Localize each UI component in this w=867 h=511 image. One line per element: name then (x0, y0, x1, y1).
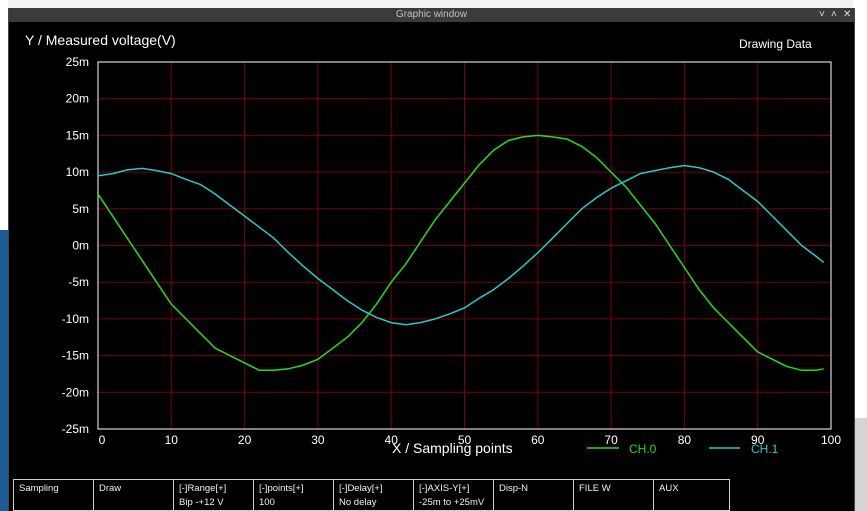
x-tick-label: 60 (531, 433, 545, 447)
draw-button-label: Draw (99, 483, 122, 494)
sampling-button[interactable]: Sampling (14, 480, 94, 510)
x-tick-label: 0 (99, 433, 106, 447)
window-titlebar[interactable]: Graphic window ˅ ˄ ✕ (9, 8, 854, 22)
y-tick-label: -10m (62, 312, 89, 326)
x-tick-label: 10 (165, 433, 179, 447)
legend-label-ch0: CH.0 (629, 442, 657, 456)
maximize-icon[interactable]: ˄ (831, 8, 837, 22)
y-tick-label: 15m (66, 128, 89, 142)
close-icon[interactable]: ✕ (843, 8, 851, 22)
x-tick-label: 20 (238, 433, 252, 447)
y-axis-title: Y / Measured voltage(V) (25, 32, 176, 48)
status-text: Drawing Data (739, 37, 812, 51)
y-tick-label: 20m (66, 92, 89, 106)
y-tick-label: -15m (62, 349, 89, 363)
desktop-panel-edge (853, 418, 867, 511)
desktop-background-right (853, 0, 867, 511)
range-button[interactable]: [-]Range[+] Bip -+12 V (174, 480, 254, 510)
x-tick-label: 100 (821, 433, 841, 447)
aux-button[interactable]: AUX (654, 480, 729, 510)
window-title: Graphic window (395, 9, 468, 20)
y-tick-label: 10m (66, 165, 89, 179)
x-tick-label: 70 (604, 433, 618, 447)
control-button-bar: Sampling Draw [-]Range[+] Bip -+12 V [-]… (13, 479, 730, 511)
aux-button-label: AUX (659, 483, 679, 494)
y-tick-labels: 25m 20m 15m 10m 5m 0m -5m -10m -15m -20m -25m (62, 55, 89, 436)
y-tick-label: 0m (72, 239, 89, 253)
series-line-ch0 (97, 134, 824, 372)
delay-button[interactable]: [-]Delay[+] No delay (334, 480, 414, 510)
legend-label-ch1: CH.1 (751, 442, 779, 456)
x-axis-title: X / Sampling points (392, 440, 513, 456)
minimize-icon[interactable]: ˅ (819, 8, 825, 22)
x-tick-label: 80 (678, 433, 692, 447)
range-button-label: [-]Range[+] (179, 483, 227, 494)
y-tick-label: -20m (62, 385, 89, 399)
y-tick-label: 5m (72, 202, 89, 216)
grid (98, 62, 831, 429)
chart: Y / Measured voltage(V) Drawing Data 25m… (25, 32, 841, 456)
sampling-button-label: Sampling (19, 483, 59, 494)
axis-y-value: -25m to +25mV (419, 497, 485, 508)
range-value: Bip -+12 V (179, 497, 224, 508)
delay-button-label: [-]Delay[+] (339, 483, 383, 494)
file-w-button[interactable]: FILE W (574, 480, 654, 510)
points-button[interactable]: [-]points[+] 100 (254, 480, 334, 510)
desktop-panel (0, 230, 8, 511)
y-tick-label: 25m (66, 55, 89, 69)
desktop-background-top (0, 0, 867, 8)
axis-y-button[interactable]: [-]AXIS-Y[+] -25m to +25mV (414, 480, 494, 510)
delay-value: No delay (339, 497, 377, 508)
axis-y-button-label: [-]AXIS-Y[+] (419, 483, 470, 494)
file-w-button-label: FILE W (579, 483, 611, 494)
disp-n-button-label: Disp-N (499, 483, 529, 494)
y-tick-label: -25m (62, 422, 89, 436)
disp-n-button[interactable]: Disp-N (494, 480, 574, 510)
points-button-label: [-]points[+] (259, 483, 304, 494)
series-lines (97, 134, 825, 372)
points-value: 100 (259, 497, 275, 508)
desktop-background-left (0, 0, 8, 511)
y-tick-label: -5m (68, 275, 89, 289)
graphic-window: Graphic window ˅ ˄ ✕ Y / Measured voltag… (8, 8, 855, 511)
draw-button[interactable]: Draw (94, 480, 174, 510)
x-tick-label: 30 (311, 433, 325, 447)
